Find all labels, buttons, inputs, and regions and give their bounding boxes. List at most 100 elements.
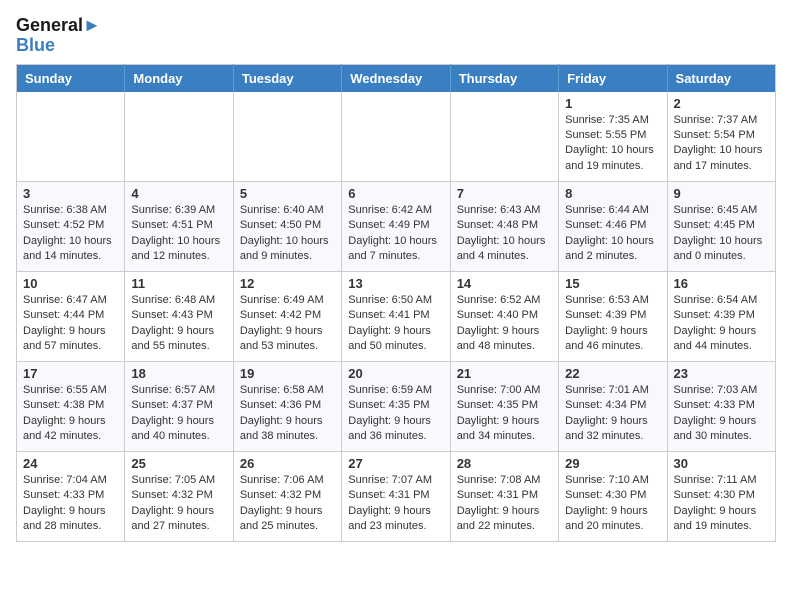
day-number: 9 xyxy=(674,186,769,201)
cell-text: Sunset: 4:40 PM xyxy=(457,308,552,323)
calendar-cell: 4Sunrise: 6:39 AMSunset: 4:51 PMDaylight… xyxy=(125,182,233,272)
cell-text: Sunset: 4:42 PM xyxy=(240,308,335,323)
calendar-cell xyxy=(125,92,233,182)
calendar-cell xyxy=(450,92,558,182)
calendar-cell: 1Sunrise: 7:35 AMSunset: 5:55 PMDaylight… xyxy=(559,92,667,182)
cell-text: Sunrise: 6:40 AM xyxy=(240,203,335,218)
cell-text: Daylight: 9 hours and 50 minutes. xyxy=(348,324,443,355)
cell-text: Sunrise: 6:48 AM xyxy=(131,293,226,308)
cell-text: Sunrise: 7:11 AM xyxy=(674,473,769,488)
weekday-header-saturday: Saturday xyxy=(667,64,775,92)
cell-text: Daylight: 9 hours and 48 minutes. xyxy=(457,324,552,355)
day-number: 5 xyxy=(240,186,335,201)
cell-text: Sunset: 4:32 PM xyxy=(240,488,335,503)
calendar-table: SundayMondayTuesdayWednesdayThursdayFrid… xyxy=(16,64,776,543)
calendar-cell xyxy=(233,92,341,182)
day-number: 27 xyxy=(348,456,443,471)
cell-text: Sunset: 4:45 PM xyxy=(674,218,769,233)
cell-text: Daylight: 10 hours and 9 minutes. xyxy=(240,234,335,265)
cell-text: Sunrise: 7:10 AM xyxy=(565,473,660,488)
day-number: 16 xyxy=(674,276,769,291)
calendar-week-row: 17Sunrise: 6:55 AMSunset: 4:38 PMDayligh… xyxy=(17,362,776,452)
calendar-cell xyxy=(17,92,125,182)
calendar-cell: 10Sunrise: 6:47 AMSunset: 4:44 PMDayligh… xyxy=(17,272,125,362)
day-number: 21 xyxy=(457,366,552,381)
cell-text: Daylight: 9 hours and 38 minutes. xyxy=(240,414,335,445)
cell-text: Sunset: 4:52 PM xyxy=(23,218,118,233)
calendar-week-row: 24Sunrise: 7:04 AMSunset: 4:33 PMDayligh… xyxy=(17,452,776,542)
cell-text: Daylight: 10 hours and 2 minutes. xyxy=(565,234,660,265)
day-number: 8 xyxy=(565,186,660,201)
cell-text: Daylight: 9 hours and 30 minutes. xyxy=(674,414,769,445)
weekday-header-thursday: Thursday xyxy=(450,64,558,92)
day-number: 30 xyxy=(674,456,769,471)
calendar-cell: 7Sunrise: 6:43 AMSunset: 4:48 PMDaylight… xyxy=(450,182,558,272)
cell-text: Daylight: 9 hours and 23 minutes. xyxy=(348,504,443,535)
cell-text: Sunrise: 7:00 AM xyxy=(457,383,552,398)
calendar-cell: 25Sunrise: 7:05 AMSunset: 4:32 PMDayligh… xyxy=(125,452,233,542)
cell-text: Sunrise: 7:37 AM xyxy=(674,113,769,128)
cell-text: Sunrise: 6:49 AM xyxy=(240,293,335,308)
logo: General► Blue xyxy=(16,16,101,56)
cell-text: Sunrise: 7:07 AM xyxy=(348,473,443,488)
weekday-header-wednesday: Wednesday xyxy=(342,64,450,92)
calendar-cell: 26Sunrise: 7:06 AMSunset: 4:32 PMDayligh… xyxy=(233,452,341,542)
cell-text: Sunset: 4:32 PM xyxy=(131,488,226,503)
cell-text: Sunset: 4:48 PM xyxy=(457,218,552,233)
cell-text: Sunset: 4:43 PM xyxy=(131,308,226,323)
cell-text: Sunset: 4:37 PM xyxy=(131,398,226,413)
day-number: 26 xyxy=(240,456,335,471)
weekday-header-friday: Friday xyxy=(559,64,667,92)
cell-text: Daylight: 9 hours and 55 minutes. xyxy=(131,324,226,355)
calendar-cell: 9Sunrise: 6:45 AMSunset: 4:45 PMDaylight… xyxy=(667,182,775,272)
calendar-cell: 28Sunrise: 7:08 AMSunset: 4:31 PMDayligh… xyxy=(450,452,558,542)
calendar-cell: 3Sunrise: 6:38 AMSunset: 4:52 PMDaylight… xyxy=(17,182,125,272)
cell-text: Sunset: 5:54 PM xyxy=(674,128,769,143)
cell-text: Daylight: 9 hours and 34 minutes. xyxy=(457,414,552,445)
cell-text: Sunrise: 6:38 AM xyxy=(23,203,118,218)
day-number: 23 xyxy=(674,366,769,381)
cell-text: Sunset: 4:33 PM xyxy=(23,488,118,503)
cell-text: Sunrise: 7:08 AM xyxy=(457,473,552,488)
cell-text: Daylight: 9 hours and 32 minutes. xyxy=(565,414,660,445)
weekday-header-tuesday: Tuesday xyxy=(233,64,341,92)
day-number: 24 xyxy=(23,456,118,471)
cell-text: Sunset: 5:55 PM xyxy=(565,128,660,143)
cell-text: Daylight: 9 hours and 28 minutes. xyxy=(23,504,118,535)
cell-text: Sunrise: 6:45 AM xyxy=(674,203,769,218)
cell-text: Sunset: 4:38 PM xyxy=(23,398,118,413)
cell-text: Sunset: 4:41 PM xyxy=(348,308,443,323)
day-number: 11 xyxy=(131,276,226,291)
weekday-header-sunday: Sunday xyxy=(17,64,125,92)
calendar-cell: 22Sunrise: 7:01 AMSunset: 4:34 PMDayligh… xyxy=(559,362,667,452)
day-number: 18 xyxy=(131,366,226,381)
cell-text: Sunset: 4:39 PM xyxy=(565,308,660,323)
cell-text: Daylight: 9 hours and 36 minutes. xyxy=(348,414,443,445)
day-number: 25 xyxy=(131,456,226,471)
cell-text: Sunrise: 6:43 AM xyxy=(457,203,552,218)
cell-text: Sunset: 4:51 PM xyxy=(131,218,226,233)
day-number: 10 xyxy=(23,276,118,291)
day-number: 6 xyxy=(348,186,443,201)
cell-text: Sunset: 4:33 PM xyxy=(674,398,769,413)
calendar-cell: 17Sunrise: 6:55 AMSunset: 4:38 PMDayligh… xyxy=(17,362,125,452)
calendar-cell: 12Sunrise: 6:49 AMSunset: 4:42 PMDayligh… xyxy=(233,272,341,362)
cell-text: Daylight: 9 hours and 40 minutes. xyxy=(131,414,226,445)
calendar-cell: 11 Sunrise: 6:48 AMSunset: 4:43 PMDayligh… xyxy=(125,272,233,362)
cell-text: Sunrise: 6:50 AM xyxy=(348,293,443,308)
cell-text: Daylight: 10 hours and 7 minutes. xyxy=(348,234,443,265)
cell-text: Daylight: 10 hours and 12 minutes. xyxy=(131,234,226,265)
calendar-cell xyxy=(342,92,450,182)
cell-text: Sunset: 4:35 PM xyxy=(348,398,443,413)
cell-text: Sunset: 4:36 PM xyxy=(240,398,335,413)
calendar-week-row: 10Sunrise: 6:47 AMSunset: 4:44 PMDayligh… xyxy=(17,272,776,362)
cell-text: Sunrise: 6:55 AM xyxy=(23,383,118,398)
cell-text: Sunset: 4:30 PM xyxy=(674,488,769,503)
cell-text: Sunset: 4:31 PM xyxy=(348,488,443,503)
calendar-cell: 30Sunrise: 7:11 AMSunset: 4:30 PMDayligh… xyxy=(667,452,775,542)
cell-text: Sunrise: 7:35 AM xyxy=(565,113,660,128)
cell-text: Sunrise: 6:44 AM xyxy=(565,203,660,218)
cell-text: Sunset: 4:34 PM xyxy=(565,398,660,413)
cell-text: Sunset: 4:46 PM xyxy=(565,218,660,233)
cell-text: Daylight: 9 hours and 44 minutes. xyxy=(674,324,769,355)
